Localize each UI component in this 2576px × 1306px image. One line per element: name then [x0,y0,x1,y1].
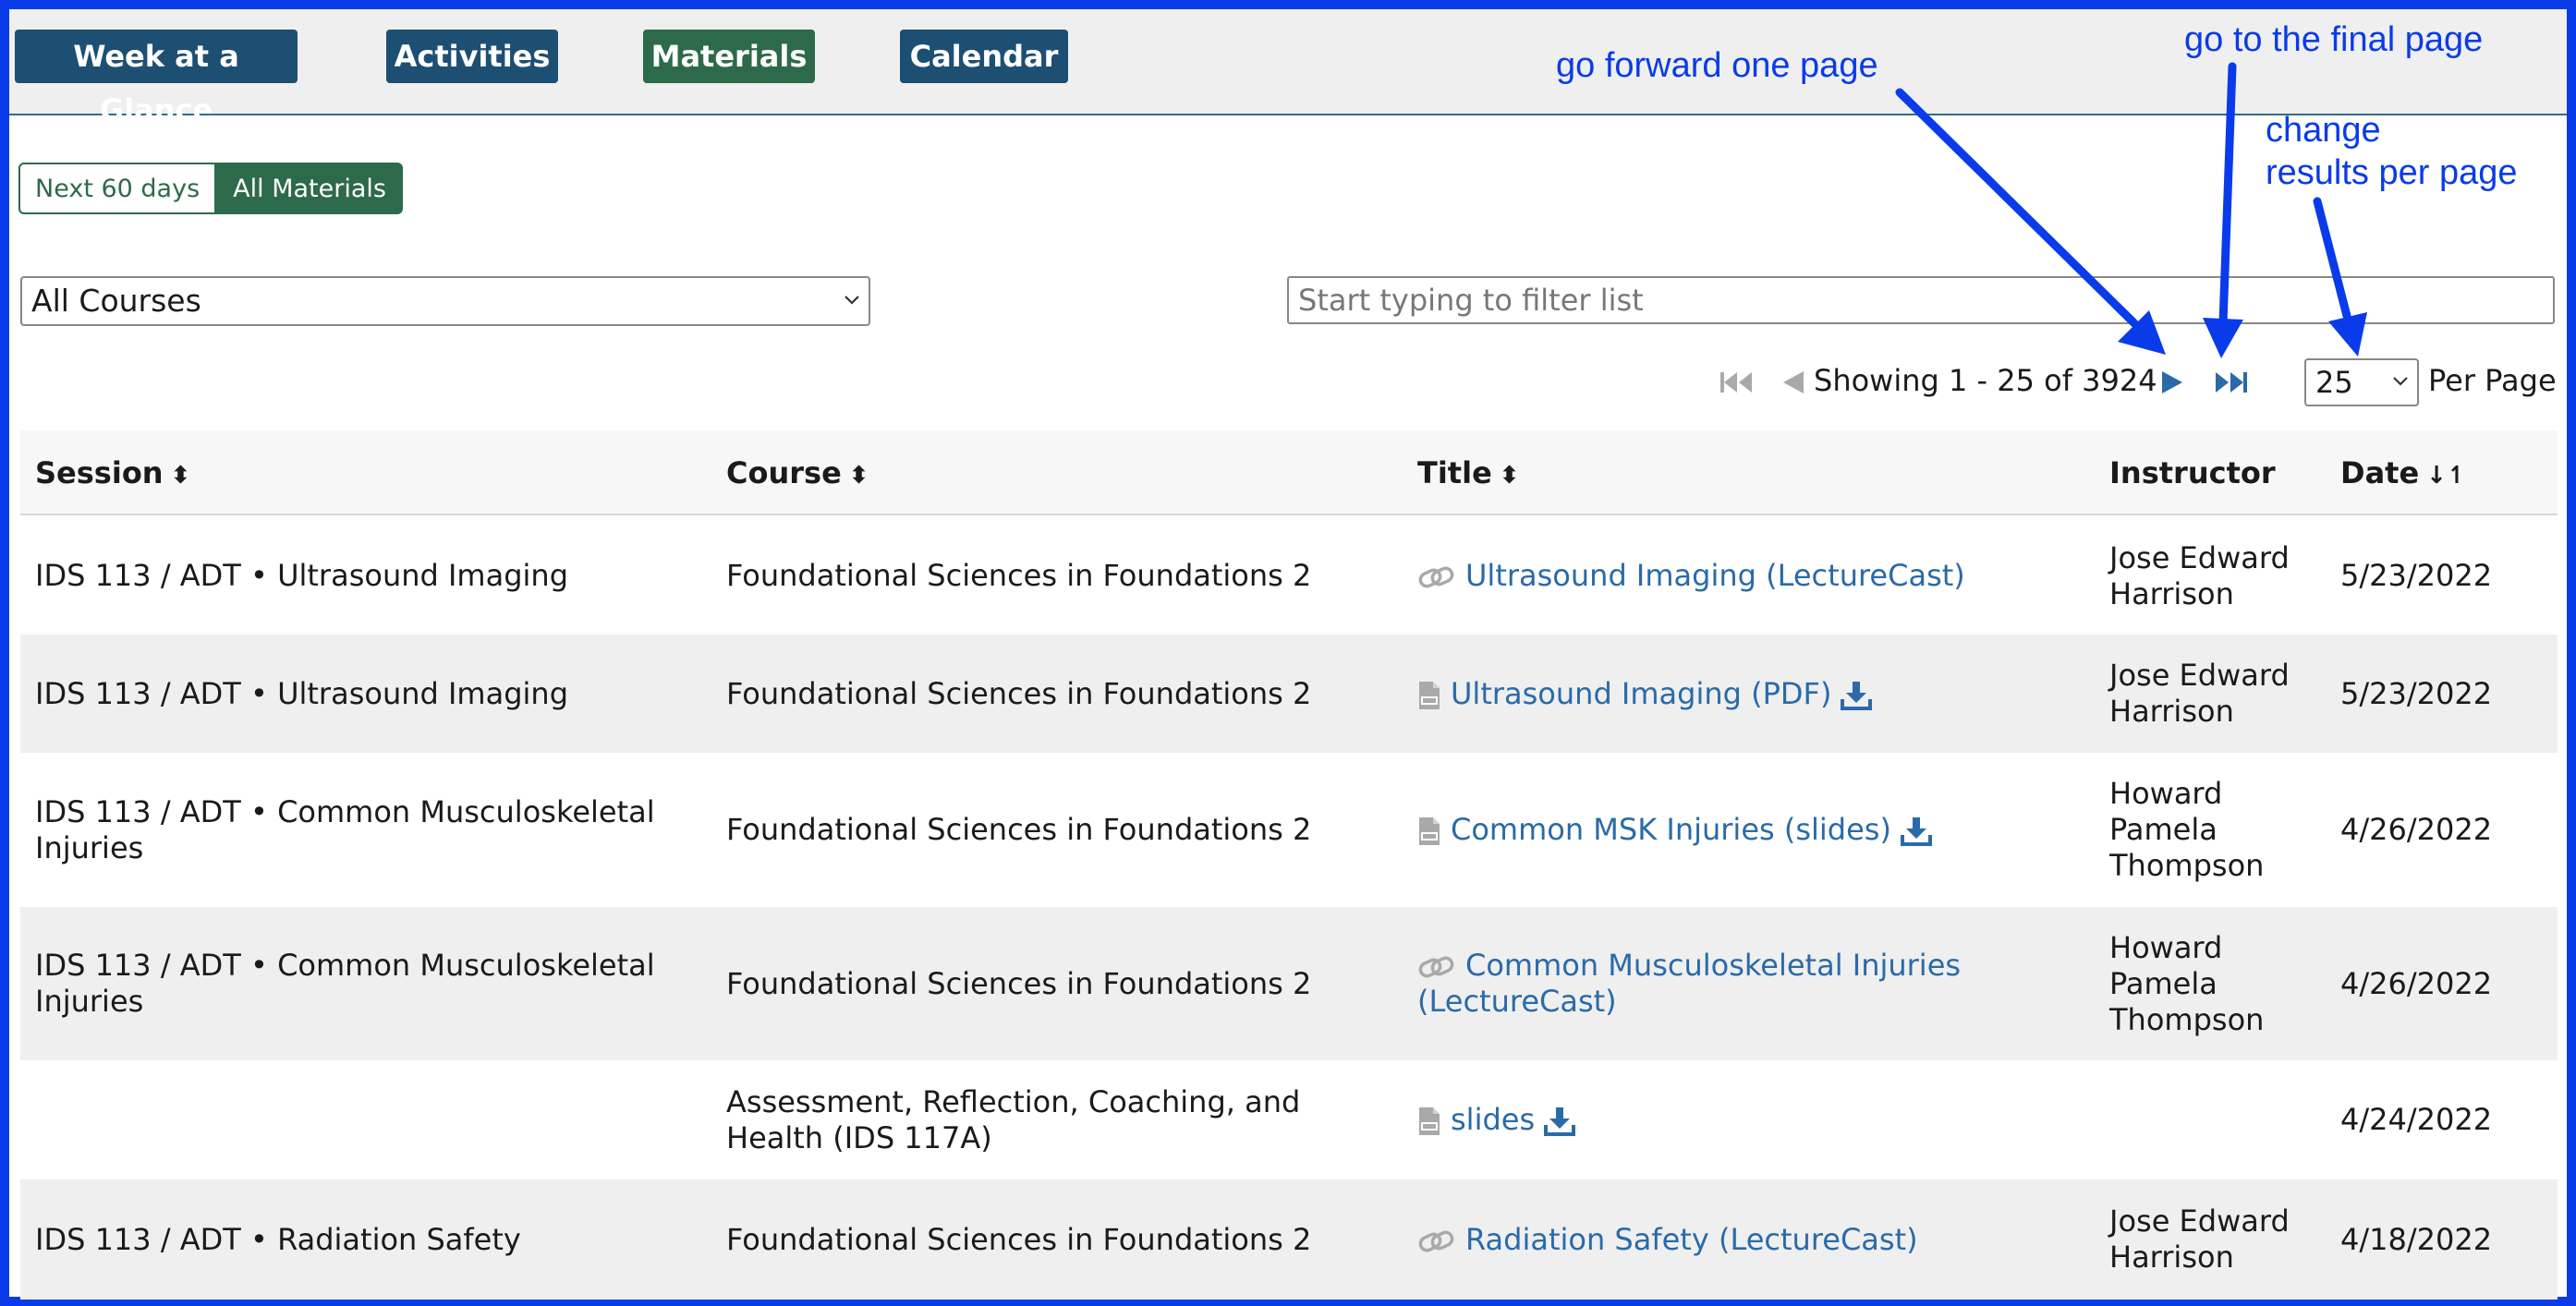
date-cell: 4/26/2022 [2340,907,2553,1060]
table-row: IDS 113 / ADT • Common Musculoskeletal I… [20,907,2558,1060]
course-cell: Foundational Sciences in Foundations 2 [726,907,1401,1060]
arrow-forward [1895,88,2139,328]
table-row: IDS 113 / ADT • Radiation Safety Foundati… [20,1179,2558,1300]
date-cell: 5/23/2022 [2340,635,2553,753]
instructor-cell-text: Howard Pamela Thompson [2109,929,2265,1037]
course-cell-text: Foundational Sciences in Foundations 2 [726,965,1312,1001]
course-cell: Foundational Sciences in Foundations 2 [726,1179,1401,1300]
material-title-link[interactable]: slides [1451,1102,1535,1137]
date-cell: 5/23/2022 [2340,517,2553,635]
course-cell: Foundational Sciences in Foundations 2 [726,753,1401,907]
header-instructor: Instructor [2109,455,2276,490]
course-cell: Assessment, Reflection, Coaching, and He… [726,1060,1401,1179]
sort-icon: ⬍ [1499,462,1520,490]
table-row: IDS 113 / ADT • Ultrasound Imaging Founda… [20,635,2558,753]
pdf-icon [1419,817,1440,845]
header-session-label: Session [35,455,164,490]
date-cell: 4/18/2022 [2340,1179,2553,1300]
instructor-cell: Howard Pamela Thompson [2109,753,2294,907]
session-cell-text: IDS 113 / ADT • Ultrasound Imaging [35,558,568,593]
header-course-label: Course [726,455,842,490]
sort-icon: ⬍ [848,462,869,490]
link-icon [1418,566,1454,588]
instructor-cell: Jose Edward Harrison [2109,635,2294,753]
instructor-cell: Howard Pamela Thompson [2109,907,2294,1060]
session-cell: IDS 113 / ADT • Radiation Safety [35,1179,700,1300]
instructor-cell-text: Jose Edward Harrison [2109,658,2290,729]
instructor-cell-text: Howard Pamela Thompson [2109,776,2265,883]
date-cell-text: 5/23/2022 [2340,675,2493,711]
session-cell-text: IDS 113 / ADT • Ultrasound Imaging [35,675,568,711]
course-cell-text: Foundational Sciences in Foundations 2 [726,812,1312,847]
arrow-final [2218,62,2237,328]
arrow-per-page [2313,197,2351,320]
table-header: Session ⬍ Course ⬍ Title ⬍ Instructor Date ↓… [20,430,2558,515]
session-cell: IDS 113 / ADT • Ultrasound Imaging [35,635,700,753]
course-cell: Foundational Sciences in Foundations 2 [726,635,1401,753]
course-cell-text: Foundational Sciences in Foundations 2 [726,1221,1312,1257]
course-cell-text: Foundational Sciences in Foundations 2 [726,675,1312,711]
instructor-cell-text: Jose Edward Harrison [2109,1203,2290,1275]
arrowhead-per-page [2328,312,2367,357]
arrowhead-final [2203,318,2243,358]
header-date-label: Date [2340,455,2420,490]
title-cell: slides [1417,1060,2083,1179]
pdf-icon [1419,1107,1440,1135]
header-title-label: Title [1417,455,1492,490]
header-title[interactable]: Title ⬍ [1417,430,1520,515]
pdf-icon [1419,681,1440,709]
header-session[interactable]: Session ⬍ [35,430,190,515]
instructor-cell: Jose Edward Harrison [2109,517,2294,635]
download-icon[interactable] [1900,816,1932,846]
download-icon[interactable] [1841,681,1873,710]
download-icon[interactable] [1544,1106,1576,1136]
instructor-cell [2109,1060,2294,1179]
session-cell [35,1060,700,1179]
session-cell: IDS 113 / ADT • Common Musculoskeletal I… [35,753,700,907]
date-cell: 4/24/2022 [2340,1060,2553,1179]
date-cell-text: 4/26/2022 [2340,812,2493,847]
instructor-cell-text: Jose Edward Harrison [2109,539,2290,611]
title-cell: Common MSK Injuries (slides) [1417,753,2083,907]
header-course[interactable]: Course ⬍ [726,430,869,515]
date-cell: 4/26/2022 [2340,753,2553,907]
table-row: IDS 113 / ADT • Ultrasound Imaging Founda… [20,517,2558,635]
link-icon [1418,956,1454,978]
material-title-link[interactable]: Radiation Safety (LectureCast) [1465,1222,1918,1257]
title-cell: Ultrasound Imaging (LectureCast) [1417,517,2083,635]
date-cell-text: 4/24/2022 [2340,1102,2493,1137]
material-title-link[interactable]: Ultrasound Imaging (PDF) [1451,676,1831,711]
date-cell-text: 4/18/2022 [2340,1221,2493,1257]
title-cell: Ultrasound Imaging (PDF) [1417,635,2083,753]
date-cell-text: 5/23/2022 [2340,558,2493,593]
table-row: Assessment, Reflection, Coaching, and He… [20,1060,2558,1179]
sort-descending-icon: ↓↿ [2426,462,2467,490]
session-cell: IDS 113 / ADT • Ultrasound Imaging [35,517,700,635]
link-icon [1418,1230,1454,1252]
title-cell: Radiation Safety (LectureCast) [1417,1179,2083,1300]
material-title-link[interactable]: Common MSK Injuries (slides) [1451,812,1891,847]
header-date[interactable]: Date ↓↿ [2340,430,2467,515]
instructor-cell: Jose Edward Harrison [2109,1179,2294,1300]
title-cell: Common Musculoskeletal Injuries (Lecture… [1417,907,2083,1060]
material-title-link[interactable]: Common Musculoskeletal Injuries (Lecture… [1417,948,1961,1019]
session-cell-text: IDS 113 / ADT • Radiation Safety [35,1221,521,1257]
course-cell-text: Foundational Sciences in Foundations 2 [726,558,1312,593]
course-cell-text: Assessment, Reflection, Coaching, and He… [726,1083,1301,1155]
session-cell: IDS 113 / ADT • Common Musculoskeletal I… [35,907,700,1060]
material-title-link[interactable]: Ultrasound Imaging (LectureCast) [1465,558,1965,593]
sort-icon: ⬍ [170,462,191,490]
session-cell-text: IDS 113 / ADT • Common Musculoskeletal I… [35,948,655,1019]
course-cell: Foundational Sciences in Foundations 2 [726,517,1401,635]
table-row: IDS 113 / ADT • Common Musculoskeletal I… [20,753,2558,907]
date-cell-text: 4/26/2022 [2340,965,2493,1001]
session-cell-text: IDS 113 / ADT • Common Musculoskeletal I… [35,793,655,865]
